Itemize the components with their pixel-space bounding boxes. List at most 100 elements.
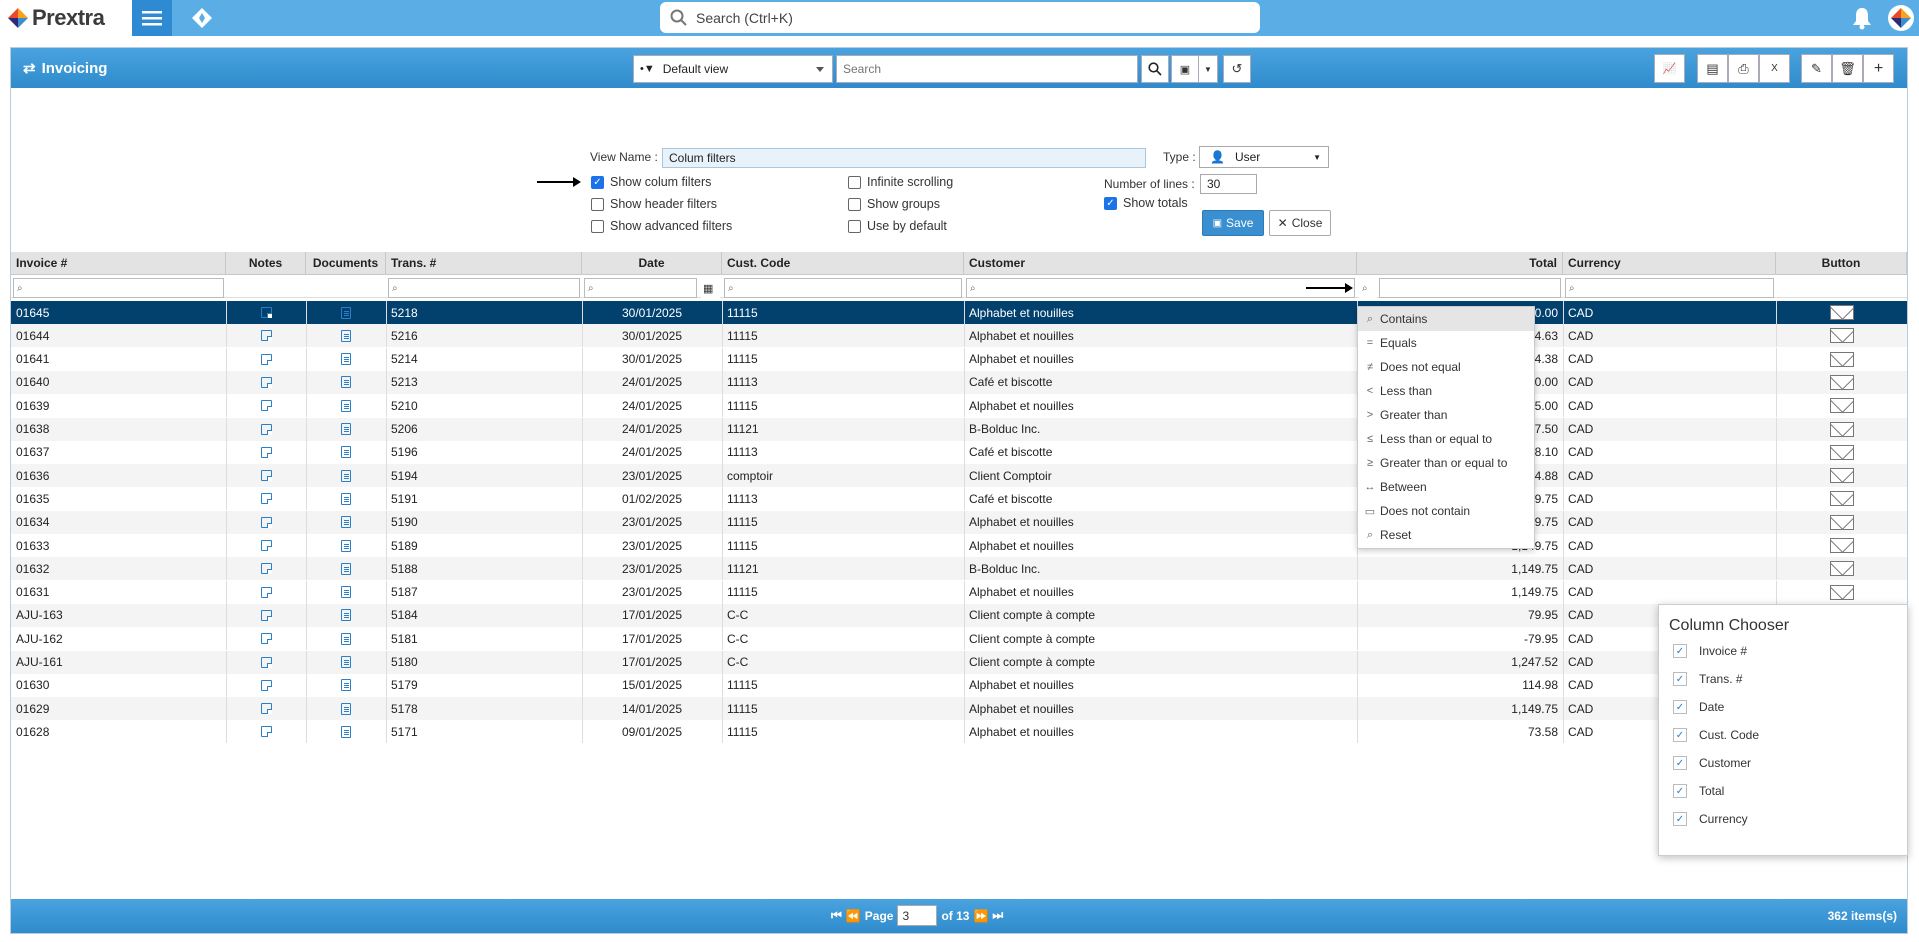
infinite-scrolling-checkbox[interactable]: Infinite scrolling bbox=[848, 175, 953, 189]
show-advanced-filters-checkbox[interactable]: Show advanced filters bbox=[591, 219, 732, 233]
filter-operator-less-than-or-equal-to[interactable]: ≤ Less than or equal to bbox=[1358, 427, 1534, 451]
envelope-icon[interactable] bbox=[1829, 584, 1854, 600]
page-number-input[interactable]: 3 bbox=[897, 905, 938, 926]
document-icon[interactable] bbox=[341, 399, 351, 412]
table-row[interactable]: AJU-162 5181 17/01/2025 C-C Client compte à … bbox=[11, 627, 1907, 651]
envelope-icon[interactable] bbox=[1829, 351, 1854, 367]
note-icon[interactable] bbox=[260, 307, 272, 318]
note-icon[interactable] bbox=[260, 400, 272, 412]
table-row[interactable]: 01640 5213 24/01/2025 11113 Café et biscotte… bbox=[11, 370, 1907, 394]
search-button[interactable] bbox=[1141, 55, 1169, 83]
document-icon[interactable] bbox=[341, 725, 351, 738]
book-button[interactable]: ▤ bbox=[1697, 54, 1728, 83]
note-icon[interactable] bbox=[260, 493, 272, 505]
table-row[interactable]: 01637 5196 24/01/2025 11113 Café et biscotte… bbox=[11, 440, 1907, 464]
diamond-nav-button[interactable] bbox=[188, 0, 216, 36]
filter-operator-does-not-contain[interactable]: ▭ Does not contain bbox=[1358, 499, 1534, 523]
filter-trans-input[interactable]: ⌕ bbox=[388, 278, 580, 298]
envelope-icon[interactable] bbox=[1829, 305, 1854, 320]
document-icon[interactable] bbox=[341, 539, 351, 552]
column-header-button[interactable]: Button bbox=[1776, 252, 1907, 275]
document-icon[interactable] bbox=[341, 586, 351, 599]
document-icon[interactable] bbox=[341, 609, 351, 622]
note-icon[interactable] bbox=[260, 353, 272, 365]
note-icon[interactable] bbox=[260, 470, 272, 482]
note-icon[interactable] bbox=[260, 446, 272, 458]
column-chooser-item[interactable]: ✓ Date bbox=[1673, 700, 1724, 714]
envelope-icon[interactable] bbox=[1829, 328, 1854, 344]
column-chooser-item[interactable]: ✓ Invoice # bbox=[1673, 644, 1747, 658]
table-row[interactable]: 01645 5218 30/01/2025 11115 Alphabet et noui… bbox=[11, 301, 1907, 324]
show-groups-checkbox[interactable]: Show groups bbox=[848, 197, 940, 211]
note-icon[interactable] bbox=[260, 703, 272, 715]
show-header-filters-checkbox[interactable]: Show header filters bbox=[591, 197, 717, 211]
document-icon[interactable] bbox=[341, 656, 351, 668]
first-page-icon[interactable]: ⏮ bbox=[831, 908, 842, 923]
reset-view-button[interactable]: ↺ bbox=[1223, 55, 1251, 83]
document-icon[interactable] bbox=[341, 516, 351, 529]
note-icon[interactable] bbox=[260, 376, 272, 388]
column-chooser-item[interactable]: ✓ Customer bbox=[1673, 756, 1751, 770]
document-icon[interactable] bbox=[341, 492, 351, 505]
envelope-icon[interactable] bbox=[1829, 421, 1854, 437]
document-icon[interactable] bbox=[341, 306, 351, 319]
delete-button[interactable]: 🗑 bbox=[1832, 54, 1863, 83]
table-row[interactable]: 01634 5190 23/01/2025 11115 Alphabet et noui… bbox=[11, 510, 1907, 534]
print-button[interactable]: ⎙ bbox=[1728, 54, 1759, 83]
document-icon[interactable] bbox=[341, 329, 351, 342]
filter-cust-code-input[interactable]: ⌕ bbox=[724, 278, 962, 298]
document-icon[interactable] bbox=[341, 446, 351, 459]
chart-button[interactable]: 📈 bbox=[1654, 54, 1685, 83]
document-icon[interactable] bbox=[341, 376, 351, 389]
table-row[interactable]: AJU-161 5180 17/01/2025 C-C Client compte à … bbox=[11, 650, 1907, 674]
note-icon[interactable] bbox=[260, 726, 272, 738]
add-button[interactable]: + bbox=[1863, 54, 1894, 83]
table-row[interactable]: 01633 5189 23/01/2025 11115 Alphabet et noui… bbox=[11, 534, 1907, 557]
note-icon[interactable] bbox=[260, 586, 272, 598]
envelope-icon[interactable] bbox=[1829, 491, 1854, 507]
save-button[interactable]: ▣ Save bbox=[1202, 210, 1264, 236]
edit-button[interactable]: ✎ bbox=[1801, 54, 1832, 83]
envelope-icon[interactable] bbox=[1829, 398, 1854, 414]
column-header-documents[interactable]: Documents bbox=[306, 252, 386, 275]
type-select[interactable]: 👤 User ▼ bbox=[1199, 146, 1329, 168]
column-chooser-item[interactable]: ✓ Currency bbox=[1673, 812, 1748, 826]
previous-page-icon[interactable]: ⏪ bbox=[846, 909, 861, 923]
filter-total-input[interactable] bbox=[1379, 278, 1561, 298]
excel-export-button[interactable]: X bbox=[1759, 54, 1790, 83]
note-icon[interactable] bbox=[260, 423, 272, 435]
column-chooser-item[interactable]: ✓ Trans. # bbox=[1673, 672, 1743, 686]
save-view-button[interactable]: ▣ bbox=[1171, 55, 1199, 83]
filter-operator-reset[interactable]: ⌕ Reset bbox=[1358, 523, 1534, 547]
global-search-input[interactable]: Search (Ctrl+K) bbox=[660, 2, 1260, 33]
table-row[interactable]: 01635 5191 01/02/2025 11113 Café et biscotte… bbox=[11, 487, 1907, 511]
filter-operator-less-than[interactable]: < Less than bbox=[1358, 379, 1534, 403]
filter-operator-does-not-equal[interactable]: ≠ Does not equal bbox=[1358, 355, 1534, 379]
note-icon[interactable] bbox=[260, 609, 272, 621]
column-header-invoice[interactable]: Invoice # bbox=[11, 252, 226, 275]
column-header-date[interactable]: Date bbox=[582, 252, 722, 275]
envelope-icon[interactable] bbox=[1829, 444, 1854, 460]
table-row[interactable]: 01641 5214 30/01/2025 11115 Alphabet et noui… bbox=[11, 347, 1907, 371]
filter-total-operator-button[interactable]: ⌕ bbox=[1359, 278, 1377, 298]
table-row[interactable]: 01636 5194 23/01/2025 comptoir Client Compto… bbox=[11, 464, 1907, 488]
notifications-button[interactable] bbox=[1847, 0, 1877, 36]
number-of-lines-field[interactable]: 30 bbox=[1200, 174, 1257, 194]
filter-currency-input[interactable]: ⌕ bbox=[1565, 278, 1774, 298]
document-icon[interactable] bbox=[341, 632, 351, 645]
document-icon[interactable] bbox=[341, 562, 351, 575]
note-icon[interactable] bbox=[260, 540, 272, 551]
panel-search-input[interactable] bbox=[836, 55, 1138, 83]
use-by-default-checkbox[interactable]: Use by default bbox=[848, 219, 947, 233]
view-name-field[interactable]: Colum filters bbox=[662, 148, 1146, 168]
column-header-currency[interactable]: Currency bbox=[1563, 252, 1776, 275]
table-row[interactable]: AJU-163 5184 17/01/2025 C-C Client compte à … bbox=[11, 603, 1907, 627]
note-icon[interactable] bbox=[260, 516, 272, 528]
filter-invoice-input[interactable]: ⌕ bbox=[13, 278, 224, 298]
table-row[interactable]: 01628 5171 09/01/2025 11115 Alphabet et noui… bbox=[11, 720, 1907, 744]
close-button[interactable]: ✕ Close bbox=[1269, 210, 1331, 236]
last-page-icon[interactable]: ⏭ bbox=[992, 908, 1003, 923]
filter-operator-between[interactable]: ↔ Between bbox=[1358, 475, 1534, 499]
document-icon[interactable] bbox=[341, 702, 351, 715]
document-icon[interactable] bbox=[341, 679, 351, 692]
